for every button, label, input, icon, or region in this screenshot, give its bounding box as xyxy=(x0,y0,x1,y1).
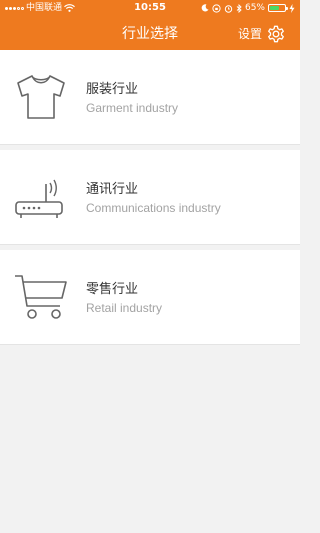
battery-icon xyxy=(268,4,288,12)
charging-bolt-icon xyxy=(289,3,295,13)
industry-item-communications[interactable]: 通讯行业 Communications industry xyxy=(0,150,300,245)
industry-item-garment[interactable]: 服装行业 Garment industry xyxy=(0,50,300,145)
tshirt-icon xyxy=(17,75,65,119)
industry-list: 服装行业 Garment industry 通讯行业 Communication… xyxy=(0,50,300,345)
industry-item-retail[interactable]: 零售行业 Retail industry xyxy=(0,250,300,345)
settings-label: 设置 xyxy=(237,27,262,41)
orientation-lock-icon xyxy=(212,3,221,13)
industry-name-en: Garment industry xyxy=(86,101,179,115)
industry-name-en: Retail industry xyxy=(86,301,163,315)
bluetooth-icon xyxy=(236,3,242,13)
industry-name-cn: 零售行业 xyxy=(86,282,139,297)
router-icon xyxy=(15,179,63,218)
settings-button[interactable]: 设置 xyxy=(238,24,286,44)
alarm-icon xyxy=(224,4,233,13)
status-right: 65% xyxy=(201,0,295,16)
moon-icon xyxy=(201,4,209,12)
shopping-cart-icon xyxy=(15,275,67,319)
app-header: 中国联通 10:55 65% 行业选择 设置 xyxy=(0,0,300,50)
industry-name-en: Communications industry xyxy=(86,201,221,215)
industry-name-cn: 服装行业 xyxy=(86,82,139,97)
industry-name-cn: 通讯行业 xyxy=(86,182,139,197)
status-bar: 中国联通 10:55 65% xyxy=(0,0,300,16)
battery-percent: 65% xyxy=(244,3,265,13)
gear-icon xyxy=(268,25,284,43)
